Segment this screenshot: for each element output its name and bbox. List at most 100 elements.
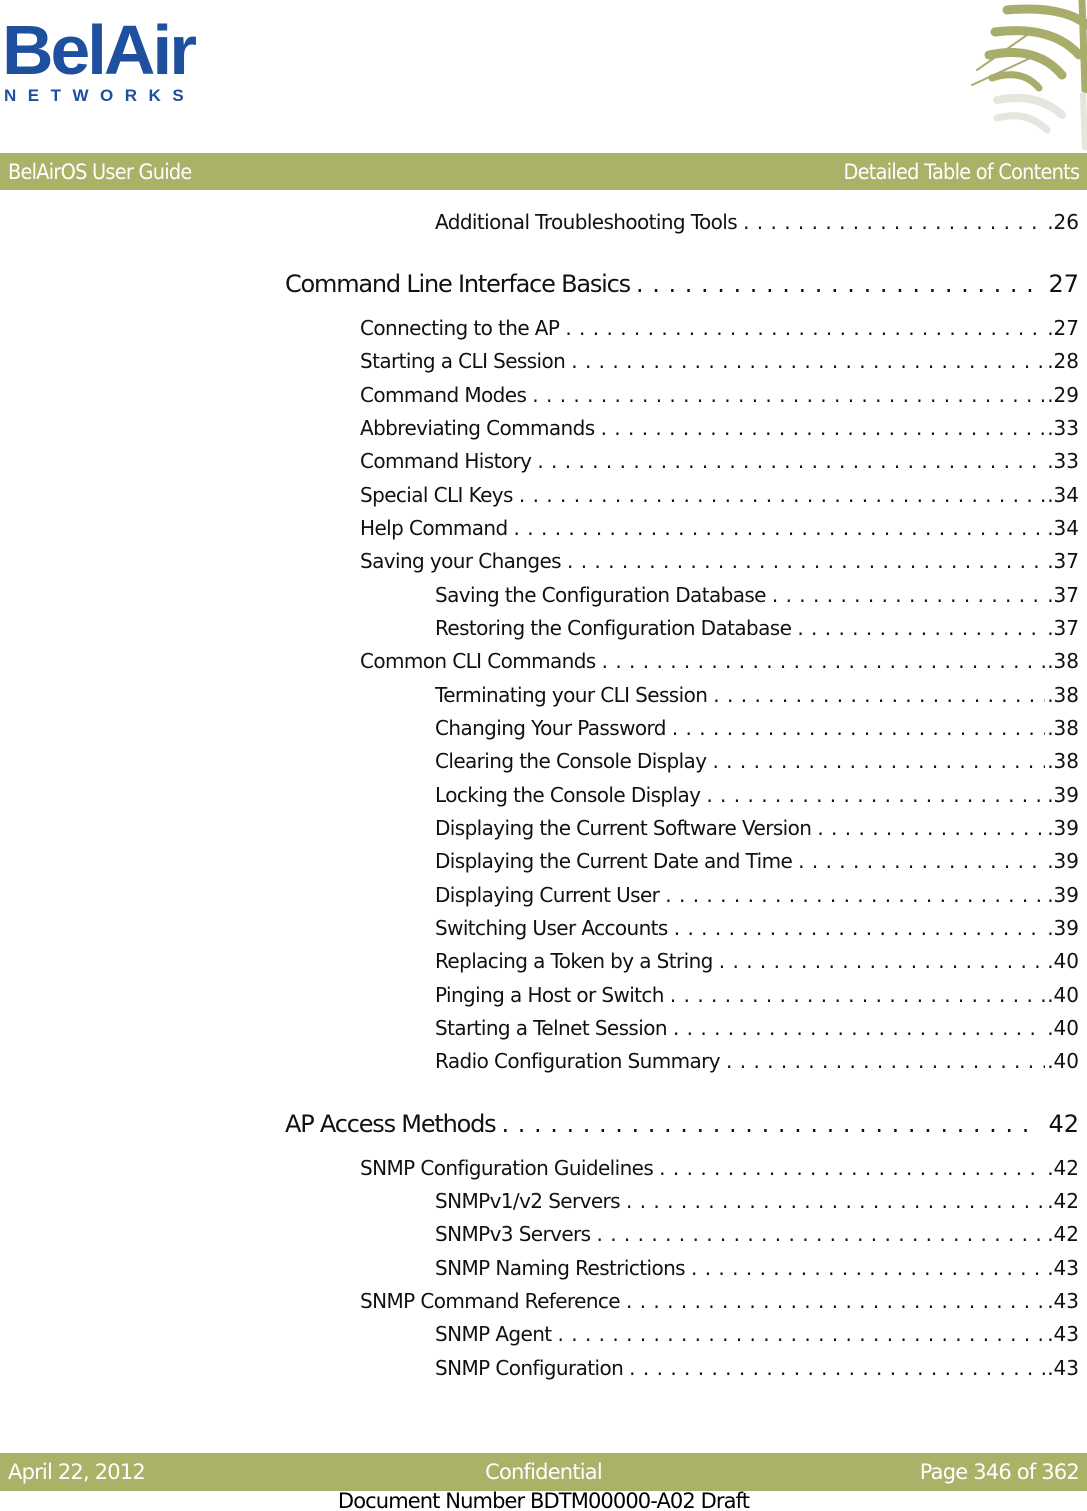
toc-entry-page: .26 [1047,210,1079,234]
toc-entry-page: .42 [1047,1189,1079,1213]
toc-entry[interactable]: Restoring the Configuration Database .37 [435,616,1079,646]
toc-chapter-entry[interactable]: AP Access Methods 42 [285,1110,1079,1142]
dot-leader [772,583,1045,607]
toc-entry-page: .39 [1047,883,1079,907]
dot-leader [743,210,1045,234]
dot-leader [713,683,1045,707]
toc-entry-title: Starting a CLI Session [360,349,566,373]
toc-entry-page: .33 [1047,449,1079,473]
dot-leader [514,516,1046,540]
toc-entry-page: .34 [1047,483,1079,507]
dot-leader [567,549,1045,573]
dot-leader [706,783,1045,807]
dot-leader [571,349,1045,373]
toc-entry-title: Terminating your CLI Session [435,683,708,707]
toc-entry-page: .38 [1047,649,1079,673]
toc-entry[interactable]: SNMP Naming Restrictions .43 [435,1256,1079,1286]
toc-entry-title: SNMP Command Reference [360,1289,621,1313]
toc-entry-page: .29 [1047,383,1079,407]
toc-entry[interactable]: Connecting to the AP .27 [360,316,1079,346]
toc-entry[interactable]: Displaying the Current Date and Time .39 [435,849,1079,879]
logo-wordmark: BelAir [2,11,197,89]
dot-leader [558,1322,1046,1346]
toc-entry-title: AP Access Methods [285,1110,497,1138]
toc-entry[interactable]: SNMPv3 Servers .42 [435,1222,1079,1252]
toc-entry[interactable]: Pinging a Host or Switch .40 [435,983,1079,1013]
toc-entry[interactable]: Starting a CLI Session .28 [360,349,1079,379]
toc-entry[interactable]: SNMP Configuration .43 [435,1356,1079,1386]
toc-entry-page: .43 [1047,1289,1079,1313]
toc-entry[interactable]: Command Modes .29 [360,383,1079,413]
toc-entry[interactable]: Saving your Changes .37 [360,549,1079,579]
toc-entry-title: Switching User Accounts [435,916,668,940]
dot-leader [602,649,1046,673]
toc-entry-page: .33 [1047,416,1079,440]
toc-entry[interactable]: Command History .33 [360,449,1079,479]
toc-entry[interactable]: Replacing a Token by a String .40 [435,949,1079,979]
toc-entry[interactable]: Starting a Telnet Session .40 [435,1016,1079,1046]
toc-entry-title: Displaying the Current Software Version [435,816,812,840]
toc-entry[interactable]: Terminating your CLI Session .38 [435,683,1079,713]
toc-entry[interactable]: Locking the Console Display .39 [435,783,1079,813]
toc-entry-title: SNMP Configuration [435,1356,624,1380]
toc-entry-title: Changing Your Password [435,716,666,740]
toc-entry-title: Displaying the Current Date and Time [435,849,793,873]
toc-entry-title: SNMPv1/v2 Servers [435,1189,621,1213]
dot-leader [719,949,1045,973]
dot-leader [626,1189,1045,1213]
dot-leader [691,1256,1045,1280]
toc-entry-page: .40 [1047,949,1079,973]
toc-entry-title: Command History [360,449,532,473]
toc-entry-page: .42 [1047,1156,1079,1180]
toc-entry-page: .37 [1047,616,1079,640]
toc-entry[interactable]: Switching User Accounts .39 [435,916,1079,946]
toc-entry[interactable]: Common CLI Commands .38 [360,649,1079,679]
dot-leader [817,816,1045,840]
toc-entry[interactable]: Abbreviating Commands .33 [360,416,1079,446]
footer-classification: Confidential [485,1460,603,1484]
page-header-bar: BelAirOS User Guide Detailed Table of Co… [0,153,1087,190]
dot-leader [798,849,1045,873]
toc-entry-title: Command Modes [360,383,527,407]
toc-entry-title: Help Command [360,516,508,540]
toc-entry[interactable]: Displaying Current User .39 [435,883,1079,913]
toc-entry[interactable]: Clearing the Console Display .38 [435,749,1079,779]
toc-entry-title: Locking the Console Display [435,783,701,807]
toc-entry[interactable]: SNMP Configuration Guidelines .42 [360,1156,1079,1186]
toc-entry-title: SNMP Agent [435,1322,552,1346]
toc-entry-page: .37 [1047,549,1079,573]
toc-entry-page: .39 [1047,783,1079,807]
toc-entry[interactable]: Changing Your Password .38 [435,716,1079,746]
toc-entry-page: 27 [1048,270,1079,298]
swoosh-graphic-icon [971,0,1087,150]
toc-entry-title: Saving your Changes [360,549,562,573]
guide-title: BelAirOS User Guide [8,159,192,184]
toc-entry[interactable]: Saving the Configuration Database .37 [435,583,1079,613]
toc-entry-page: .37 [1047,583,1079,607]
toc-entry[interactable]: Additional Troubleshooting Tools .26 [435,210,1079,240]
toc-entry[interactable]: Help Command .34 [360,516,1079,546]
dot-leader [532,383,1045,407]
dot-leader [501,1110,1032,1138]
toc-entry-page: .43 [1047,1356,1079,1380]
toc-entry[interactable]: Special CLI Keys .34 [360,483,1079,513]
toc-entry[interactable]: Radio Configuration Summary .40 [435,1049,1079,1079]
toc-entry[interactable]: SNMP Command Reference .43 [360,1289,1079,1319]
toc-entry-page: .39 [1047,849,1079,873]
toc-entry-title: Additional Troubleshooting Tools [435,210,738,234]
toc-entry-title: SNMP Naming Restrictions [435,1256,686,1280]
toc-entry[interactable]: SNMPv1/v2 Servers .42 [435,1189,1079,1219]
toc-entry-page: .40 [1047,1049,1079,1073]
toc-entry-page: .27 [1047,316,1079,340]
toc-entry[interactable]: Displaying the Current Software Version.… [435,816,1079,846]
toc-entry-page: .38 [1047,716,1079,740]
dot-leader [659,1156,1045,1180]
toc-entry-page: .34 [1047,516,1079,540]
toc-chapter-entry[interactable]: Command Line Interface Basics 27 [285,270,1079,302]
toc-entry-page: .38 [1047,749,1079,773]
toc-entry-title: Abbreviating Commands [360,416,595,440]
toc-entry[interactable]: SNMP Agent .43 [435,1322,1079,1352]
toc-entry-title: Starting a Telnet Session [435,1016,668,1040]
page-footer-bar: April 22, 2012 Confidential Page 346 of … [0,1453,1087,1491]
dot-leader [670,983,1045,1007]
